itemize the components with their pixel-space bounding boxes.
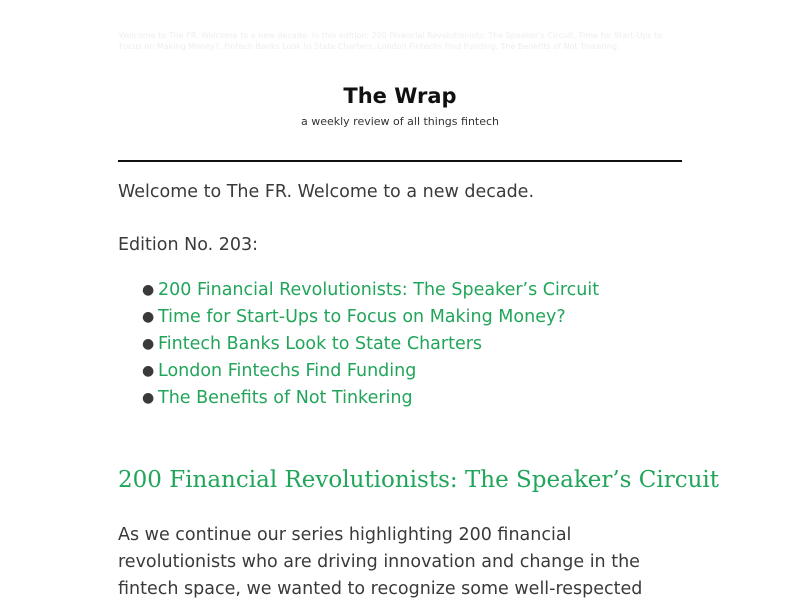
table-of-contents: ● 200 Financial Revolutionists: The Spea… — [140, 277, 599, 412]
bullet-icon: ● — [142, 336, 155, 352]
welcome-text: Welcome to The FR. Welcome to a new deca… — [118, 182, 535, 202]
newsletter-tagline: a weekly review of all things fintech — [300, 115, 500, 128]
toc-item: ● Time for Start-Ups to Focus on Making … — [140, 304, 599, 331]
toc-item: ● Fintech Banks Look to State Charters — [140, 331, 599, 358]
bullet-icon: ● — [142, 282, 155, 298]
toc-item: ● London Fintechs Find Funding — [140, 358, 599, 385]
bullet-icon: ● — [142, 309, 155, 325]
masthead: The Wrap a weekly review of all things f… — [118, 82, 682, 129]
newsletter-title: The Wrap — [343, 84, 457, 108]
bullet-icon: ● — [142, 390, 155, 406]
edition-label: Edition No. 203: — [118, 235, 259, 255]
newsletter-page: Welcome to The FR. Welcome to a new deca… — [0, 0, 800, 600]
toc-item: ● The Benefits of Not Tinkering — [140, 385, 599, 412]
toc-link-state-charters[interactable]: Fintech Banks Look to State Charters — [158, 334, 482, 354]
bullet-icon: ● — [142, 363, 155, 379]
toc-link-london-fintechs[interactable]: London Fintechs Find Funding — [158, 361, 416, 381]
toc-item: ● 200 Financial Revolutionists: The Spea… — [140, 277, 599, 304]
toc-link-speakers-circuit[interactable]: 200 Financial Revolutionists: The Speake… — [158, 280, 599, 300]
toc-link-not-tinkering[interactable]: The Benefits of Not Tinkering — [158, 388, 413, 408]
article-paragraph: As we continue our series highlighting 2… — [118, 525, 643, 599]
masthead-divider — [118, 160, 682, 162]
article-heading: 200 Financial Revolutionists: The Speake… — [118, 467, 720, 493]
preheader-text: Welcome to The FR. Welcome to a new deca… — [119, 31, 663, 51]
toc-link-start-ups-making-money[interactable]: Time for Start-Ups to Focus on Making Mo… — [158, 307, 566, 327]
